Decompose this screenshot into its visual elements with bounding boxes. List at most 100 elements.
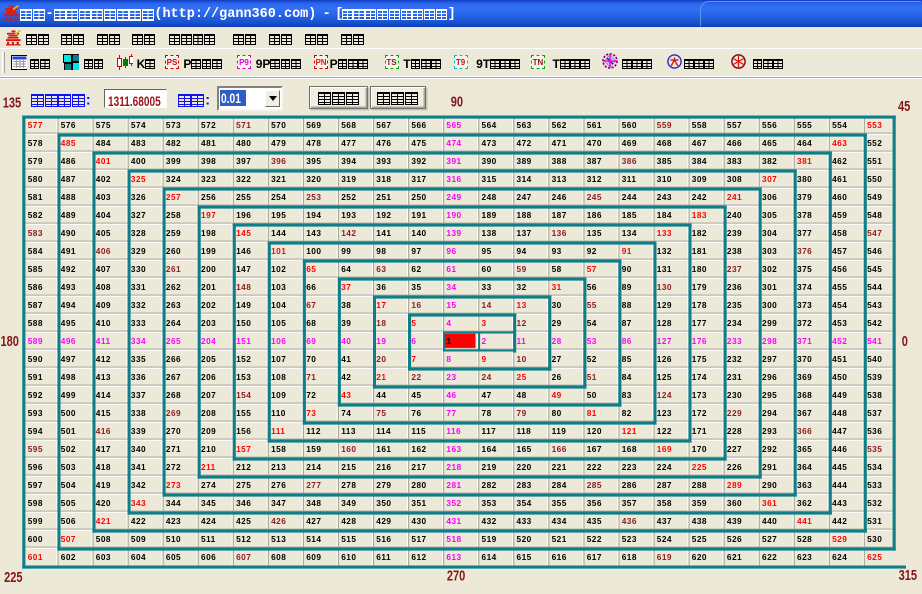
- svg-text:29: 29: [552, 318, 562, 328]
- svg-text:583: 583: [28, 228, 43, 238]
- svg-text:127: 127: [657, 336, 672, 346]
- svg-text:226: 226: [727, 462, 742, 472]
- svg-text:71: 71: [306, 372, 316, 382]
- svg-text:261: 261: [166, 264, 181, 274]
- svg-text:202: 202: [201, 300, 216, 310]
- svg-text:33: 33: [482, 282, 492, 292]
- svg-text:400: 400: [131, 156, 146, 166]
- svg-text:176: 176: [692, 336, 707, 346]
- svg-text:204: 204: [201, 336, 216, 346]
- svg-text:467: 467: [692, 138, 707, 148]
- svg-text:557: 557: [727, 120, 742, 130]
- svg-text:569: 569: [306, 120, 321, 130]
- svg-text:148: 148: [236, 282, 251, 292]
- svg-text:524: 524: [657, 534, 672, 544]
- svg-text:38: 38: [341, 300, 351, 310]
- svg-text:492: 492: [61, 264, 76, 274]
- svg-text:372: 372: [797, 318, 812, 328]
- svg-text:229: 229: [727, 408, 742, 418]
- svg-text:551: 551: [867, 156, 882, 166]
- svg-text:502: 502: [61, 444, 76, 454]
- svg-text:247: 247: [517, 192, 532, 202]
- svg-text:334: 334: [131, 336, 146, 346]
- svg-text:305: 305: [762, 210, 777, 220]
- svg-text:593: 593: [28, 408, 43, 418]
- svg-text:496: 496: [61, 336, 76, 346]
- svg-text:193: 193: [341, 210, 356, 220]
- svg-text:152: 152: [236, 354, 251, 364]
- svg-text:316: 316: [446, 174, 461, 184]
- svg-text:464: 464: [797, 138, 812, 148]
- svg-text:408: 408: [96, 282, 111, 292]
- svg-text:189: 189: [482, 210, 497, 220]
- svg-text:207: 207: [201, 390, 216, 400]
- svg-text:604: 604: [131, 552, 146, 562]
- svg-text:13: 13: [517, 300, 527, 310]
- svg-text:579: 579: [28, 156, 43, 166]
- svg-text:161: 161: [376, 444, 391, 454]
- svg-text:271: 271: [166, 444, 181, 454]
- svg-text:183: 183: [692, 210, 707, 220]
- svg-text:450: 450: [832, 372, 847, 382]
- svg-text:4: 4: [446, 318, 451, 328]
- svg-text:486: 486: [61, 156, 76, 166]
- svg-text:233: 233: [727, 336, 742, 346]
- svg-text:227: 227: [727, 444, 742, 454]
- svg-text:475: 475: [411, 138, 426, 148]
- svg-text:451: 451: [832, 354, 847, 364]
- svg-text:504: 504: [61, 480, 76, 490]
- svg-text:185: 185: [622, 210, 637, 220]
- svg-text:500: 500: [61, 408, 76, 418]
- svg-text:206: 206: [201, 372, 216, 382]
- svg-text:28: 28: [552, 336, 562, 346]
- svg-text:541: 541: [867, 336, 882, 346]
- svg-text:526: 526: [727, 534, 742, 544]
- svg-text:16: 16: [411, 300, 421, 310]
- svg-text:589: 589: [28, 336, 43, 346]
- svg-text:157: 157: [236, 444, 251, 454]
- svg-text:563: 563: [517, 120, 532, 130]
- svg-text:513: 513: [271, 534, 286, 544]
- svg-text:274: 274: [201, 480, 216, 490]
- svg-text:391: 391: [446, 156, 461, 166]
- svg-text:554: 554: [832, 120, 847, 130]
- svg-text:95: 95: [482, 246, 492, 256]
- svg-text:121: 121: [622, 426, 637, 436]
- svg-text:545: 545: [867, 264, 882, 274]
- svg-text:257: 257: [166, 192, 181, 202]
- svg-text:585: 585: [28, 264, 43, 274]
- svg-text:98: 98: [376, 246, 386, 256]
- svg-text:281: 281: [446, 480, 461, 490]
- svg-text:488: 488: [61, 192, 76, 202]
- svg-text:406: 406: [96, 246, 111, 256]
- svg-text:568: 568: [341, 120, 356, 130]
- svg-text:409: 409: [96, 300, 111, 310]
- svg-text:23: 23: [446, 372, 456, 382]
- svg-text:190: 190: [446, 210, 461, 220]
- svg-text:452: 452: [832, 336, 847, 346]
- svg-text:328: 328: [131, 228, 146, 238]
- svg-text:218: 218: [446, 462, 461, 472]
- svg-text:512: 512: [236, 534, 251, 544]
- svg-text:624: 624: [832, 552, 847, 562]
- svg-text:347: 347: [271, 498, 286, 508]
- svg-text:353: 353: [482, 498, 497, 508]
- svg-text:154: 154: [236, 390, 251, 400]
- svg-text:578: 578: [28, 138, 43, 148]
- svg-text:601: 601: [28, 552, 43, 562]
- svg-text:284: 284: [552, 480, 567, 490]
- svg-text:307: 307: [762, 174, 777, 184]
- svg-text:245: 245: [587, 192, 602, 202]
- svg-text:178: 178: [692, 300, 707, 310]
- svg-text:598: 598: [28, 498, 43, 508]
- svg-text:135: 135: [587, 228, 602, 238]
- svg-text:423: 423: [166, 516, 181, 526]
- svg-text:180: 180: [1, 334, 19, 350]
- svg-text:443: 443: [832, 498, 847, 508]
- svg-text:435: 435: [587, 516, 602, 526]
- svg-text:53: 53: [587, 336, 597, 346]
- svg-text:167: 167: [587, 444, 602, 454]
- svg-text:114: 114: [376, 426, 391, 436]
- svg-text:426: 426: [271, 516, 286, 526]
- svg-text:461: 461: [832, 174, 847, 184]
